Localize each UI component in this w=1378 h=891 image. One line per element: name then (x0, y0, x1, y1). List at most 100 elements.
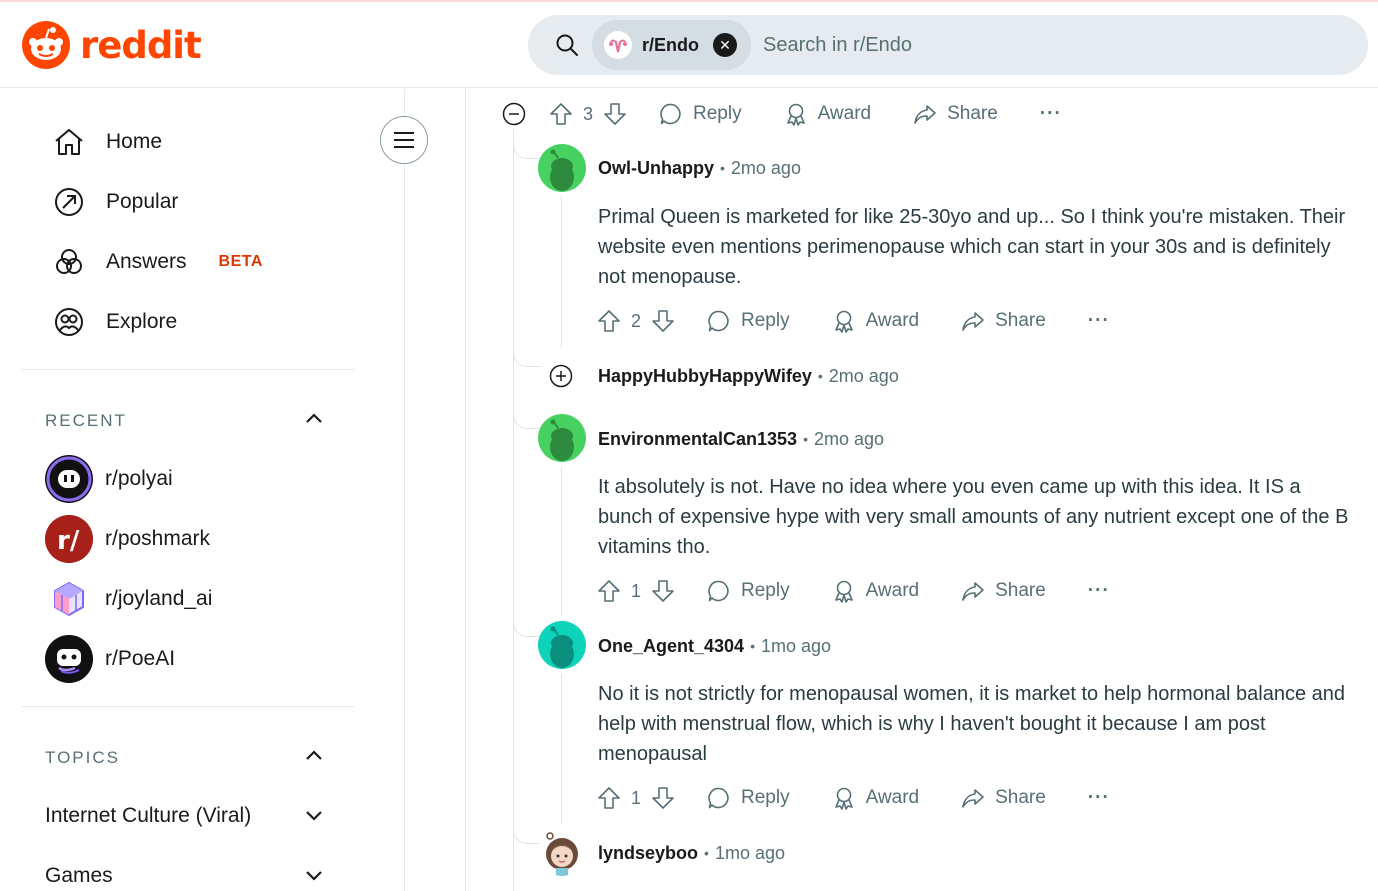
snoo-avatar-icon (550, 419, 574, 461)
chevron-down-icon[interactable] (302, 863, 326, 887)
upvote-icon[interactable] (597, 786, 621, 810)
chevron-up-icon[interactable] (302, 743, 326, 767)
reply-button[interactable]: Reply (707, 309, 790, 333)
topic-internet-culture[interactable]: Internet Culture (Viral) (45, 804, 251, 828)
comment-icon (708, 580, 729, 602)
chevron-up-icon[interactable] (302, 406, 326, 430)
upvote-icon[interactable] (597, 309, 621, 333)
sidebar-item-popular[interactable]: Popular (52, 185, 178, 219)
search-input[interactable]: Search in r/Endo (763, 34, 912, 57)
more-options-icon[interactable]: ··· (1088, 787, 1110, 809)
score: 2 (630, 310, 641, 331)
recent-item-poeai[interactable]: r/PoeAI (45, 635, 175, 683)
comment-author[interactable]: lyndseyboo (598, 843, 698, 864)
recent-item-poshmark[interactable]: r/ r/poshmark (45, 515, 210, 563)
sidebar-item-label: Home (106, 130, 163, 153)
expand-comment-button[interactable] (548, 363, 574, 389)
share-icon (962, 789, 984, 808)
recent-heading: RECENT (45, 411, 127, 430)
award-label: Award (865, 580, 920, 601)
reddit-logo[interactable]: reddit (22, 21, 202, 69)
close-icon[interactable]: ✕ (713, 33, 737, 57)
sidebar-item-explore[interactable]: Explore (52, 305, 177, 339)
chip-label: r/Endo (642, 34, 699, 55)
comment-icon (660, 103, 681, 125)
user-avatar[interactable] (538, 414, 586, 462)
share-button[interactable]: Share (961, 309, 1046, 333)
comment-author[interactable]: One_Agent_4304 (598, 636, 744, 657)
more-options-icon[interactable]: ··· (1088, 310, 1110, 332)
more-options-icon[interactable]: ··· (1088, 580, 1110, 602)
share-icon (914, 105, 936, 124)
comment-icon (708, 310, 729, 332)
reply-button[interactable]: Reply (707, 786, 790, 810)
award-button[interactable]: Award (784, 102, 871, 126)
chevron-down-icon[interactable] (302, 803, 326, 827)
comment-time[interactable]: 2mo ago (814, 429, 884, 450)
menu-toggle-button[interactable] (380, 116, 428, 164)
award-icon (834, 580, 853, 603)
recent-item-label: r/poshmark (105, 527, 211, 550)
topics-heading: TOPICS (45, 748, 120, 767)
search-bar[interactable]: r/Endo ✕ Search in r/Endo (528, 15, 1368, 75)
share-button[interactable]: Share (961, 579, 1046, 603)
polyai-avatar (45, 455, 93, 503)
comment-time[interactable]: 1mo ago (715, 843, 785, 864)
downvote-icon[interactable] (651, 579, 675, 603)
reply-label: Reply (741, 580, 790, 601)
comment-icon (708, 787, 729, 809)
share-label: Share (995, 580, 1046, 601)
upvote-icon[interactable] (549, 102, 573, 126)
reply-label: Reply (693, 103, 742, 124)
recent-item-label: r/polyai (105, 467, 173, 490)
upvote-icon[interactable] (597, 579, 621, 603)
comment-header: One_Agent_4304 • 1mo ago (598, 632, 831, 660)
user-avatar[interactable] (538, 621, 586, 669)
award-icon (786, 103, 805, 126)
sidebar-divider (22, 369, 354, 370)
more-options-icon[interactable]: ··· (1040, 103, 1062, 125)
recent-item-joyland[interactable]: r/joyland_ai (45, 575, 212, 623)
share-label: Share (995, 787, 1046, 808)
award-button[interactable]: Award (832, 309, 919, 333)
downvote-icon[interactable] (651, 786, 675, 810)
recent-item-label: r/joyland_ai (105, 587, 213, 610)
award-icon (834, 310, 853, 333)
joyland-avatar (45, 575, 93, 623)
comment-time[interactable]: 2mo ago (829, 366, 899, 387)
comment-author[interactable]: Owl-Unhappy (598, 158, 714, 179)
vote-group: 3 (549, 102, 627, 126)
recent-item-polyai[interactable]: r/polyai (45, 455, 173, 503)
comment-author[interactable]: EnvironmentalCan1353 (598, 429, 797, 450)
separator-dot: • (704, 845, 709, 861)
downvote-icon[interactable] (651, 309, 675, 333)
comment-header: HappyHubbyHappyWifey • 2mo ago (598, 362, 899, 390)
reply-label: Reply (741, 787, 790, 808)
downvote-icon[interactable] (603, 102, 627, 126)
award-icon (834, 787, 853, 810)
comment-time[interactable]: 2mo ago (731, 158, 801, 179)
topic-games[interactable]: Games (45, 864, 113, 888)
award-button[interactable]: Award (832, 579, 920, 603)
comment-header: Owl-Unhappy • 2mo ago (598, 154, 801, 182)
comment-time[interactable]: 1mo ago (761, 636, 831, 657)
thread-line (561, 467, 562, 617)
snoo-avatar-icon (550, 626, 574, 668)
reply-button[interactable]: Reply (707, 579, 790, 603)
share-button[interactable]: Share (913, 102, 998, 126)
sidebar-item-label: Explore (106, 310, 178, 333)
award-button[interactable]: Award (832, 786, 919, 810)
sidebar-item-answers[interactable]: Answers BETA (52, 245, 263, 279)
subreddit-filter-chip[interactable]: r/Endo ✕ (592, 20, 751, 70)
explore-icon (52, 305, 86, 339)
share-button[interactable]: Share (961, 786, 1046, 810)
comment-action-bar: 1 Reply Award Share ··· (597, 782, 1110, 814)
sidebar-item-home[interactable]: Home (52, 125, 162, 159)
share-icon (962, 582, 984, 601)
comment-author[interactable]: HappyHubbyHappyWifey (598, 366, 812, 387)
collapse-thread-button[interactable] (501, 101, 527, 127)
reply-button[interactable]: Reply (659, 102, 742, 126)
thread-curve (513, 619, 541, 637)
user-avatar[interactable] (538, 144, 586, 192)
user-avatar[interactable] (538, 828, 586, 876)
